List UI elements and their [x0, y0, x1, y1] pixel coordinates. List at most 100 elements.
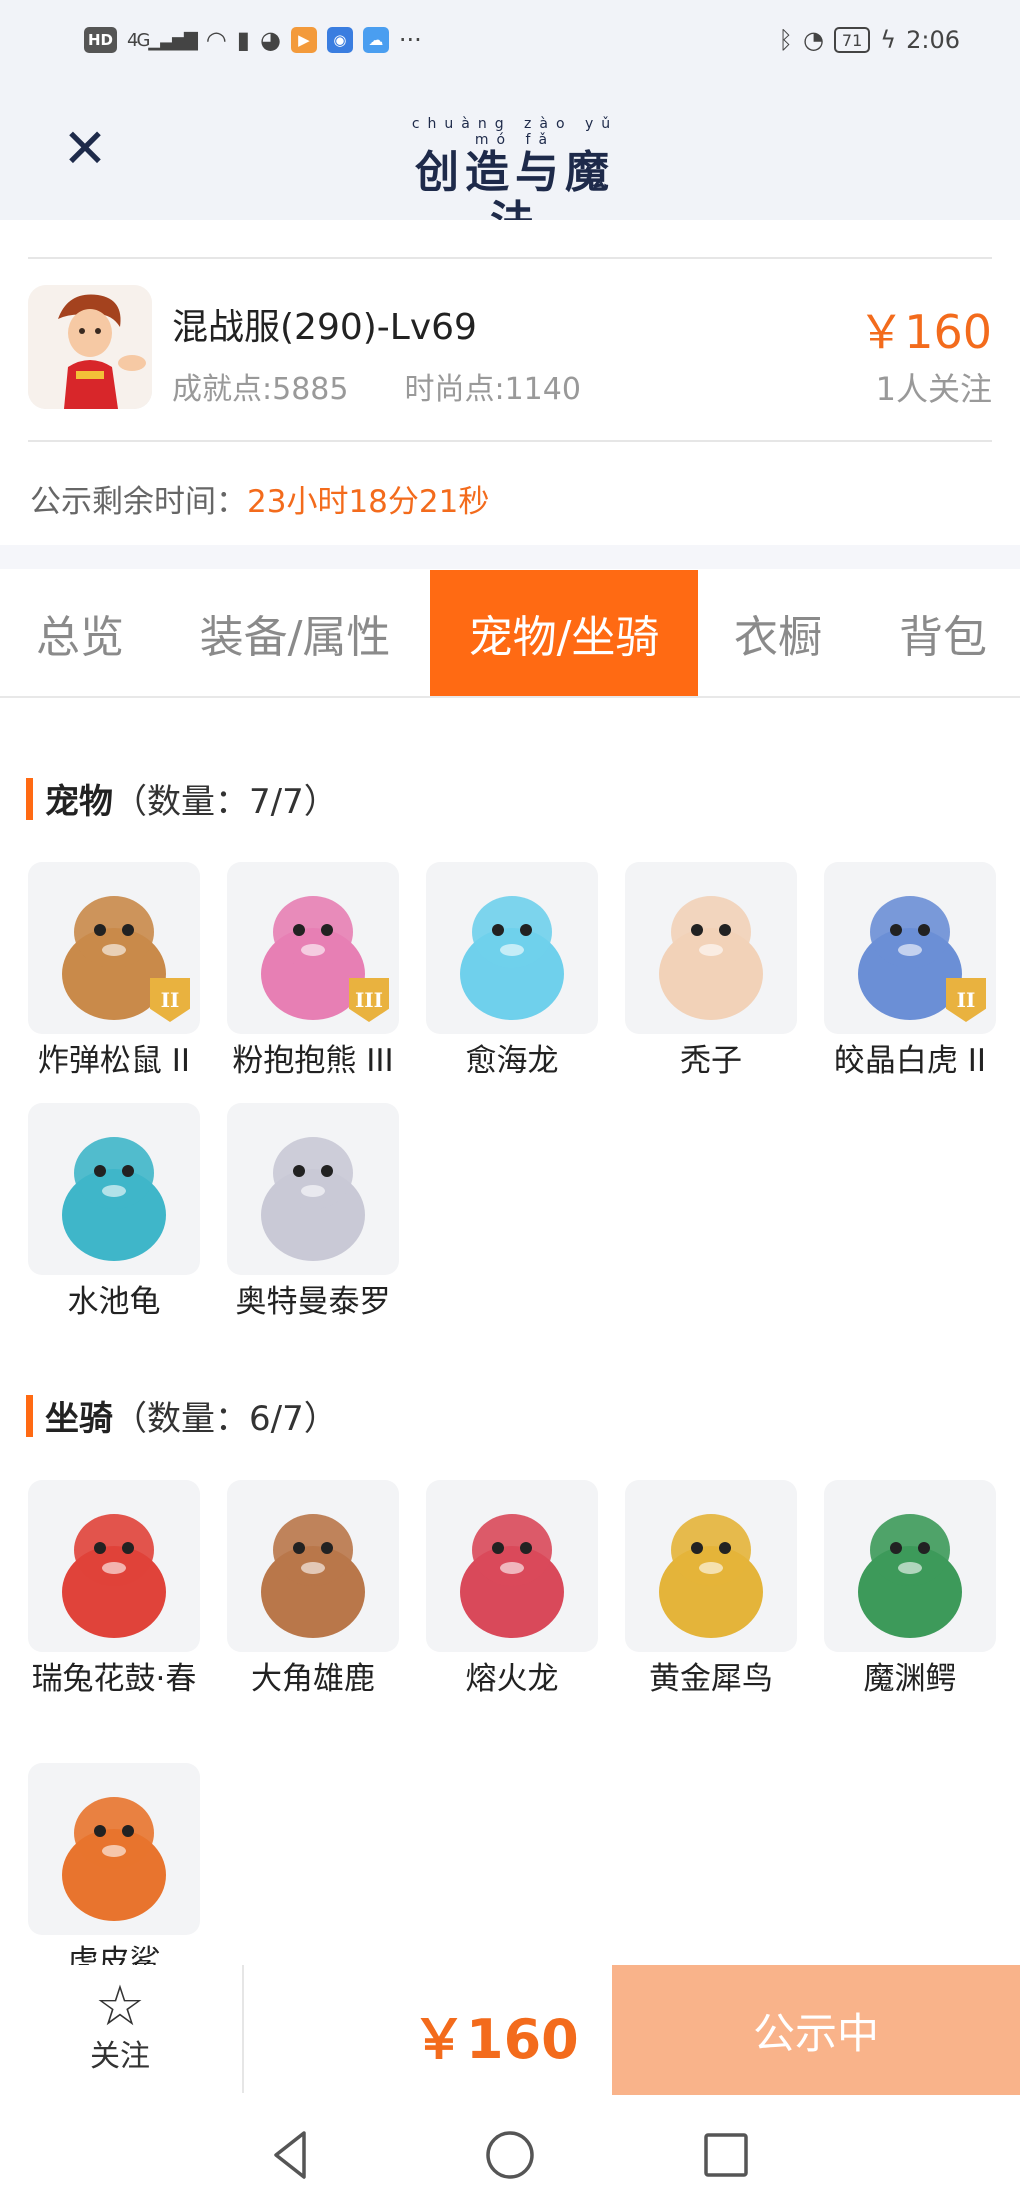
- mount-name: 瑞兔花鼓·春: [31, 1661, 197, 1697]
- mount-thumbnail: [28, 1480, 200, 1652]
- pet-name: 愈海龙: [465, 1043, 559, 1079]
- mounts-count: （数量：6/7）: [113, 1399, 338, 1439]
- account-price: ￥160: [858, 305, 992, 359]
- mount-item[interactable]: 魔渊鳄: [824, 1480, 996, 1700]
- battery-icon: 71: [833, 27, 871, 53]
- signal-icon: 4G▁▃▅▇: [127, 29, 198, 51]
- pet-name: 秃子: [680, 1043, 742, 1079]
- mount-thumbnail: [625, 1480, 797, 1652]
- mount-item[interactable]: 黄金犀鸟: [625, 1480, 797, 1700]
- back-nav-icon[interactable]: [262, 2125, 322, 2185]
- bulb-app-icon: ◉: [326, 27, 353, 53]
- pet-item[interactable]: II 皎晶白虎 II: [824, 862, 996, 1082]
- pet-item[interactable]: 奥特曼泰罗: [227, 1103, 399, 1323]
- charging-icon: ϟ: [880, 26, 897, 54]
- pet-item[interactable]: 愈海龙: [426, 862, 598, 1082]
- pet-thumbnail: [227, 1103, 399, 1275]
- recents-nav-icon[interactable]: [696, 2125, 756, 2185]
- publicity-notice: 公示剩余时间：23小时18分21秒: [30, 476, 489, 521]
- pet-item[interactable]: III 粉抱抱熊 III: [227, 862, 399, 1082]
- follow-button[interactable]: ☆ 关注: [60, 1977, 180, 2077]
- cloud-app-icon: ☁: [362, 27, 389, 53]
- mounts-section-title: 坐骑 （数量：6/7）: [26, 1391, 338, 1440]
- pets-section-title: 宠物 （数量：7/7）: [26, 774, 338, 823]
- mount-thumbnail: [227, 1480, 399, 1652]
- mount-image-icon: [659, 1514, 763, 1638]
- pet-thumbnail: II: [824, 862, 996, 1034]
- mount-name: 大角雄鹿: [251, 1661, 375, 1697]
- pet-image-icon: [659, 896, 763, 1020]
- pet-name: 炸弹松鼠 II: [37, 1043, 191, 1079]
- pet-thumbnail: [426, 862, 598, 1034]
- follow-label: 关注: [90, 2039, 150, 2074]
- account-title: 混战服(290)-Lv69: [172, 307, 477, 348]
- fashion-points: 时尚点:1140: [404, 372, 581, 407]
- mount-image-icon: [62, 1514, 166, 1638]
- pet-image-icon: [460, 896, 564, 1020]
- wifi-icon: ◠: [205, 26, 227, 54]
- mount-item[interactable]: 熔火龙: [426, 1480, 598, 1700]
- pet-item[interactable]: 水池龟: [28, 1103, 200, 1323]
- clock-time: 2:06: [906, 26, 960, 54]
- mount-name: 黄金犀鸟: [649, 1661, 773, 1697]
- hd-icon: HD: [84, 27, 118, 53]
- pet-thumbnail: [625, 862, 797, 1034]
- section-accent: [26, 777, 33, 820]
- pets-title: 宠物: [45, 782, 113, 822]
- detail-tabs: 总览 装备/属性 宠物/坐骑 衣橱 背包: [0, 570, 1020, 698]
- mount-thumbnail: [28, 1763, 200, 1935]
- mounts-title: 坐骑: [45, 1399, 113, 1439]
- pet-name: 皎晶白虎 II: [833, 1043, 987, 1079]
- mount-image-icon: [858, 1514, 962, 1638]
- home-nav-icon[interactable]: [480, 2125, 540, 2185]
- tab-wardrobe[interactable]: 衣橱: [708, 570, 848, 696]
- mount-thumbnail: [426, 1480, 598, 1652]
- pet-item[interactable]: II 炸弹松鼠 II: [28, 862, 200, 1082]
- tab-equipment[interactable]: 装备/属性: [170, 570, 420, 696]
- mount-name: 熔火龙: [465, 1661, 559, 1697]
- pet-thumbnail: III: [227, 862, 399, 1034]
- pet-image-icon: [261, 1137, 365, 1261]
- pet-name: 粉抱抱熊 III: [232, 1043, 394, 1079]
- mount-thumbnail: [824, 1480, 996, 1652]
- section-accent: [26, 1394, 33, 1437]
- mount-image-icon: [62, 1797, 166, 1921]
- mount-image-icon: [460, 1514, 564, 1638]
- pet-item[interactable]: 秃子: [625, 862, 797, 1082]
- video-app-icon: ▶: [290, 27, 317, 53]
- pets-count: （数量：7/7）: [113, 782, 338, 822]
- pet-name: 奥特曼泰罗: [235, 1284, 391, 1320]
- mount-item[interactable]: 瑞兔花鼓·春: [28, 1480, 200, 1700]
- tab-backpack[interactable]: 背包: [866, 570, 1020, 696]
- pet-thumbnail: [28, 1103, 200, 1275]
- pet-thumbnail: II: [28, 862, 200, 1034]
- status-bar: HD 4G▁▃▅▇ ◠ ▮ ◕ ▶ ◉ ☁ ··· ᛒ ◔ 71 ϟ 2:06: [0, 0, 1020, 80]
- speed-icon: ◔: [802, 26, 824, 54]
- section-gap: [0, 545, 1020, 569]
- account-stats: 成就点:5885 时尚点:1140: [172, 364, 581, 408]
- divider: [242, 1965, 244, 2093]
- character-avatar-icon: [28, 285, 152, 409]
- follower-count: 1人关注: [875, 370, 992, 408]
- mount-item[interactable]: 虎皮鲨: [28, 1763, 200, 1983]
- publicity-status-button[interactable]: 公示中: [612, 1965, 1020, 2095]
- tab-pets-mounts[interactable]: 宠物/坐骑: [430, 570, 698, 696]
- star-icon: ☆: [94, 1974, 146, 2039]
- logo-pinyin: chuàng zào yǔ mó fǎ: [411, 116, 619, 148]
- tab-overview[interactable]: 总览: [0, 570, 160, 696]
- close-icon[interactable]: ✕: [58, 122, 112, 176]
- mount-name: 魔渊鳄: [863, 1661, 957, 1697]
- bottom-price: ￥160: [412, 2008, 579, 2071]
- battery-saver-icon: ▮: [236, 26, 250, 54]
- bottom-action-bar: ☆ 关注 ￥160 公示中: [0, 1965, 1020, 2095]
- avatar: [28, 285, 152, 409]
- system-nav-bar: [0, 2095, 1020, 2210]
- notice-countdown: 23小时18分21秒: [247, 484, 490, 520]
- wechat-icon: ◕: [259, 26, 281, 54]
- pet-name: 水池龟: [67, 1284, 161, 1320]
- app-header: ✕ chuàng zào yǔ mó fǎ 创造与魔法: [0, 80, 1020, 248]
- mount-item[interactable]: 大角雄鹿: [227, 1480, 399, 1700]
- divider: [28, 440, 992, 442]
- achievement-points: 成就点:5885: [172, 372, 349, 407]
- bluetooth-icon: ᛒ: [778, 26, 793, 54]
